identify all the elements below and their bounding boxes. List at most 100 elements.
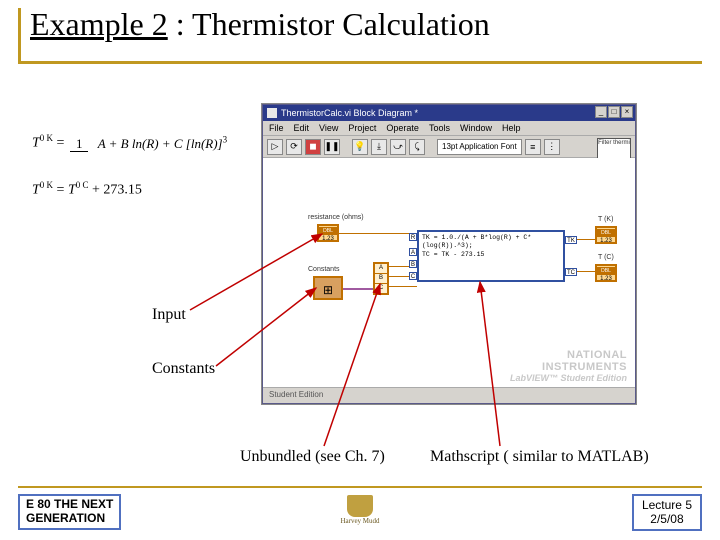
run-continuous-button[interactable]: ⟳	[286, 139, 302, 155]
wire-c	[389, 286, 417, 287]
formula-tk: T0 K = 1 A + B ln(R) + C [ln(R)]3	[32, 133, 235, 152]
f1-fraction: 1 A + B ln(R) + C [ln(R)]3	[70, 135, 233, 152]
menu-view[interactable]: View	[319, 123, 338, 133]
toolbar: ▷ ⟳ ◼ ❚❚ 💡 ⤓ ⤻ ⤹ 13pt Application Font ≡…	[263, 136, 635, 158]
menu-edit[interactable]: Edit	[294, 123, 310, 133]
ctrl-res-val: 1.23	[322, 236, 334, 242]
ms-in-a[interactable]: A	[409, 248, 417, 256]
close-button[interactable]: ×	[621, 106, 633, 118]
run-button[interactable]: ▷	[267, 139, 283, 155]
ms-in-c[interactable]: C	[409, 272, 417, 280]
window-buttons: _ □ ×	[595, 106, 633, 118]
logo-text: Harvey Mudd	[340, 518, 379, 525]
footer-left-l2: GENERATION	[26, 512, 113, 526]
block-diagram-canvas[interactable]: resistance (ohms) DBL 1.23 Constants ⊞ A…	[263, 158, 635, 387]
label-tk: T (K)	[597, 216, 614, 223]
ni-brand1: NATIONAL	[567, 349, 627, 361]
window-title: ThermistorCalc.vi Block Diagram *	[281, 108, 418, 118]
menubar: File Edit View Project Operate Tools Win…	[263, 121, 635, 136]
statusbar: Student Edition	[263, 387, 635, 403]
step-out-button[interactable]: ⤹	[409, 139, 425, 155]
menu-operate[interactable]: Operate	[386, 123, 419, 133]
f1-lhs-sup: 0 K	[40, 133, 53, 143]
f2-lhs-sup: 0 K	[40, 180, 53, 190]
unbundle-node[interactable]: A B C	[373, 262, 389, 295]
ind-tc-val: 1.23	[600, 276, 612, 282]
control-resistance[interactable]: DBL 1.23	[317, 224, 339, 242]
f2-rhs2: + 273.15	[89, 183, 142, 198]
footer-right-l1: Lecture 5	[642, 498, 692, 512]
footer-right-l2: 2/5/08	[642, 512, 692, 526]
abort-button[interactable]: ◼	[305, 139, 321, 155]
ms-out-tc[interactable]: TC	[565, 268, 577, 276]
ind-type-icon2: DBL	[597, 267, 615, 275]
labview-window: ThermistorCalc.vi Block Diagram * _ □ × …	[262, 104, 636, 404]
callout-unbundled: Unbundled (see Ch. 7)	[240, 448, 385, 466]
wire-r	[339, 233, 417, 234]
footer-rule	[18, 486, 702, 488]
f2-lhs: T	[32, 183, 40, 198]
maximize-button[interactable]: □	[608, 106, 620, 118]
f2-rhs1: T	[68, 183, 76, 198]
wire-cluster	[343, 288, 373, 290]
indicator-tk[interactable]: DBL 1.23	[595, 226, 617, 244]
title-part2: Thermistor Calculation	[192, 6, 490, 42]
ni-brand2: INSTRUMENTS	[542, 361, 627, 373]
callout-input: Input	[152, 306, 186, 324]
indicator-tc[interactable]: DBL 1.23	[595, 264, 617, 282]
mathscript-node[interactable]: TK = 1.0./(A + B*log(R) + C*(log(R)).^3)…	[417, 230, 565, 282]
f1-den: A + B ln(R) + C [ln(R)]3	[92, 136, 233, 151]
label-tc: T (C)	[597, 254, 615, 261]
unbundle-c: C	[375, 284, 387, 293]
f1-lhs: T	[32, 136, 40, 151]
slide-title: Example 2 : Thermistor Calculation	[30, 6, 490, 43]
ms-in-b[interactable]: B	[409, 260, 417, 268]
shield-icon	[347, 495, 373, 517]
footer-left: E 80 THE NEXT GENERATION	[18, 494, 121, 530]
highlight-exec-button[interactable]: 💡	[352, 139, 368, 155]
f1-num: 1	[70, 136, 89, 152]
f1-den-sup: 3	[223, 135, 228, 145]
step-into-button[interactable]: ⤓	[371, 139, 387, 155]
pause-button[interactable]: ❚❚	[324, 139, 340, 155]
label-constants: Constants	[307, 266, 341, 273]
f2-eq: =	[53, 183, 68, 198]
window-titlebar[interactable]: ThermistorCalc.vi Block Diagram * _ □ ×	[263, 105, 635, 121]
font-selector[interactable]: 13pt Application Font	[437, 139, 522, 155]
ni-watermark: NATIONAL INSTRUMENTS LabVIEW™ Student Ed…	[510, 349, 627, 383]
menu-file[interactable]: File	[269, 123, 284, 133]
formula-conv: T0 K = T0 C + 273.15	[32, 180, 235, 199]
f2-rhs1-sup: 0 C	[76, 180, 89, 190]
callout-constants: Constants	[152, 360, 215, 378]
ms-in-r[interactable]: R	[409, 233, 417, 241]
f1-den-text: A + B ln(R) + C [ln(R)]	[98, 136, 223, 151]
step-over-button[interactable]: ⤻	[390, 139, 406, 155]
menu-window[interactable]: Window	[460, 123, 492, 133]
distribute-button[interactable]: ⋮	[544, 139, 560, 155]
minimize-button[interactable]: _	[595, 106, 607, 118]
ni-brand3: LabVIEW™ Student Edition	[510, 373, 627, 383]
ctrl-type-icon: DBL	[319, 227, 337, 235]
ind-tk-val: 1.23	[600, 238, 612, 244]
ms-out-tk[interactable]: TK	[565, 236, 577, 244]
formulas: T0 K = 1 A + B ln(R) + C [ln(R)]3 T0 K =…	[32, 133, 235, 200]
f1-eq: =	[53, 136, 68, 151]
menu-help[interactable]: Help	[502, 123, 521, 133]
title-sep: :	[168, 6, 192, 42]
menu-tools[interactable]: Tools	[429, 123, 450, 133]
status-left: Student Edition	[269, 390, 323, 401]
app-icon	[267, 108, 277, 118]
menu-project[interactable]: Project	[348, 123, 376, 133]
control-constants[interactable]: ⊞	[313, 276, 343, 300]
unbundle-a: A	[375, 264, 387, 274]
footer-right: Lecture 5 2/5/08	[632, 494, 702, 531]
mathscript-line1: TK = 1.0./(A + B*log(R) + C*(log(R)).^3)…	[422, 234, 560, 251]
ind-type-icon: DBL	[597, 229, 615, 237]
align-button[interactable]: ≡	[525, 139, 541, 155]
footer-left-l1: E 80 THE NEXT	[26, 498, 113, 512]
unbundle-b: B	[375, 274, 387, 284]
callout-mathscript: Mathscript ( similar to MATLAB)	[430, 448, 649, 466]
footer-logo: Harvey Mudd	[330, 492, 390, 528]
mathscript-line2: TC = TK - 273.15	[422, 251, 560, 259]
title-part1: Example 2	[30, 6, 168, 42]
